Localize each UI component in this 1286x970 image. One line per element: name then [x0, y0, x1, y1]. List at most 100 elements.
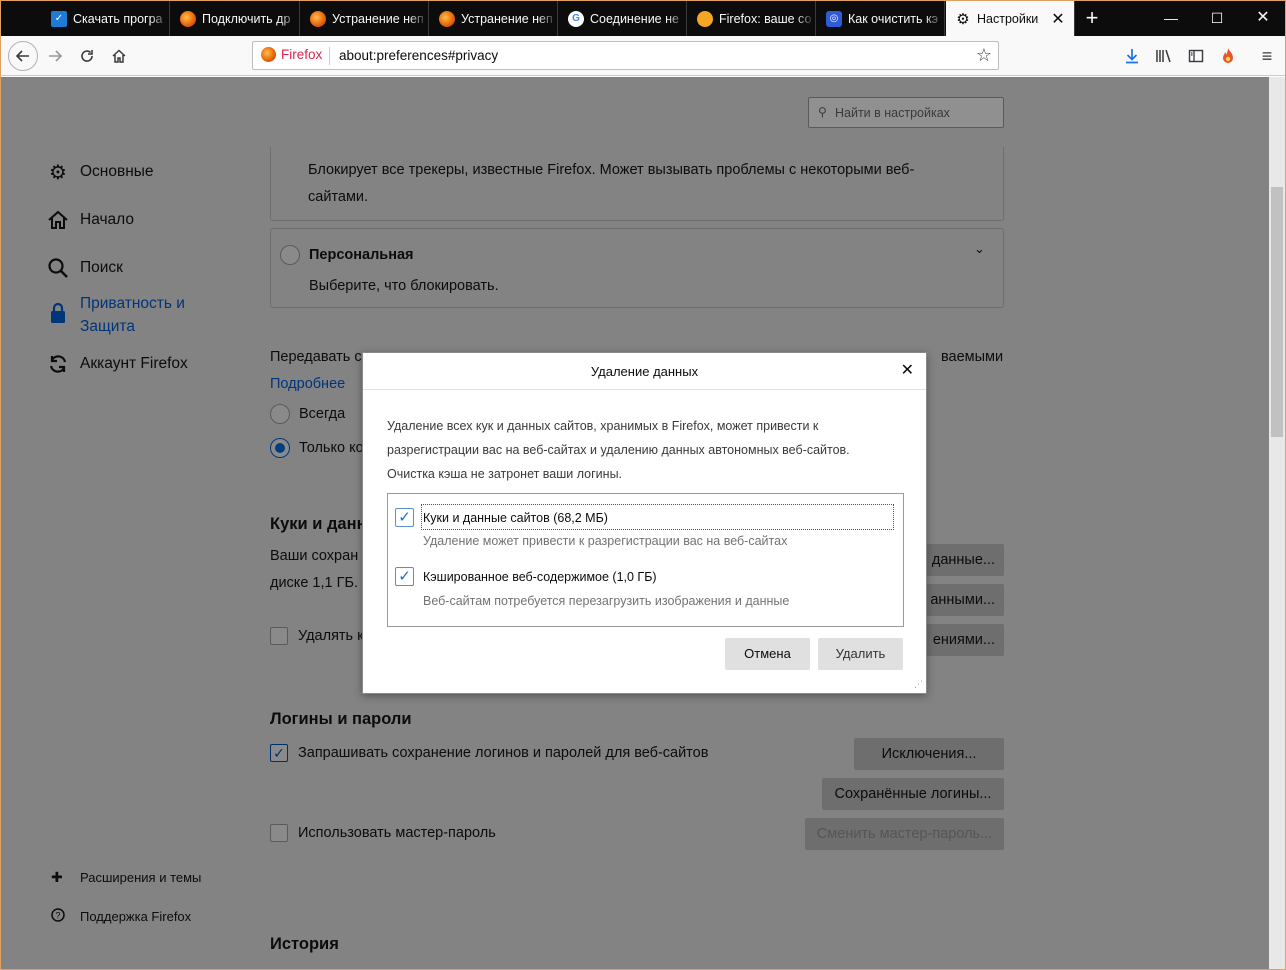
- identity-box[interactable]: Firefox: [261, 47, 322, 62]
- library-button[interactable]: [1150, 42, 1178, 70]
- sidebar-item-privacy[interactable]: Приватность и Защита: [46, 292, 185, 338]
- close-window-button[interactable]: ✕: [1240, 1, 1285, 36]
- dnt-always-label: Всегда: [299, 406, 346, 422]
- orange-dot-icon: [697, 10, 713, 27]
- dnt-label: Передавать с: [270, 349, 362, 365]
- sidebar-label-line1: Приватность и: [80, 295, 185, 312]
- strict-desc-line1: Блокирует все трекеры, известные Firefox…: [308, 162, 915, 178]
- dnt-only-radio[interactable]: [270, 438, 290, 458]
- dnt-only-label: Только ко: [299, 440, 364, 456]
- custom-desc: Выберите, что блокировать.: [309, 278, 499, 294]
- hamburger-icon: ≡: [1261, 45, 1273, 66]
- firefox-icon: [261, 47, 276, 62]
- dialog-message-line3: Очистка кэша не затронет ваши логины.: [387, 467, 623, 481]
- sidebar-icon: [1188, 49, 1204, 63]
- url-separator: [329, 47, 330, 65]
- cancel-button[interactable]: Отмена: [725, 638, 810, 670]
- brand-label: Firefox: [281, 47, 323, 62]
- sidebar-label-line2: Защита: [80, 318, 135, 335]
- sidebar-button[interactable]: [1182, 42, 1210, 70]
- lock-icon: [46, 301, 70, 325]
- svg-text:?: ?: [55, 911, 60, 921]
- firefox-icon: [439, 10, 455, 27]
- custom-radio[interactable]: [280, 245, 300, 265]
- tab-troubleshoot-1[interactable]: Устранение неп: [301, 1, 429, 36]
- cookies-desc-line2: диске 1,1 ГБ.: [270, 575, 358, 591]
- chevron-down-icon[interactable]: ⌄: [974, 241, 985, 257]
- download-icon: [1126, 49, 1138, 64]
- forward-button[interactable]: [41, 42, 69, 70]
- resize-grip-icon[interactable]: ⋰: [914, 679, 923, 690]
- back-arrow-icon: [15, 50, 29, 62]
- logins-heading: Логины и пароли: [270, 710, 412, 728]
- extension-button[interactable]: [1214, 42, 1242, 70]
- saved-logins-button[interactable]: Сохранённые логины...: [822, 778, 1004, 810]
- sidebar-extensions-link[interactable]: ✚ Расширения и темы: [51, 869, 201, 886]
- change-master-password-button[interactable]: Сменить мастер-пароль...: [805, 818, 1004, 850]
- clear-options-list: ✓ Куки и данные сайтов (68,2 МБ) Удалени…: [387, 493, 904, 627]
- home-button[interactable]: [105, 42, 133, 70]
- cache-option-desc: Веб-сайтам потребуется перезагрузить изо…: [423, 594, 790, 608]
- learn-more-link[interactable]: Подробнее: [270, 376, 345, 392]
- clear-data-dialog: Удаление данных ✕ Удаление всех кук и да…: [362, 352, 927, 694]
- site-icon: ◎: [826, 10, 842, 27]
- login-exceptions-button[interactable]: Исключения...: [854, 738, 1004, 770]
- menu-button[interactable]: ≡: [1253, 42, 1281, 70]
- ask-save-logins-checkbox[interactable]: ✓: [270, 744, 288, 762]
- cache-option-label[interactable]: Кэшированное веб-содержимое (1,0 ГБ): [423, 570, 657, 584]
- custom-title: Персональная: [309, 247, 414, 263]
- nav-toolbar: Firefox about:preferences#privacy ☆ ≡: [1, 36, 1285, 76]
- tab-firefox-your[interactable]: Firefox: ваше со: [688, 1, 816, 36]
- tab-connect[interactable]: Подключить др: [171, 1, 300, 36]
- manage-data-button[interactable]: анными...: [921, 584, 1004, 616]
- master-password-checkbox[interactable]: [270, 824, 288, 842]
- help-icon: ?: [51, 908, 67, 925]
- close-tab-icon[interactable]: ✕: [1048, 9, 1068, 29]
- sidebar-support-link[interactable]: ? Поддержка Firefox: [51, 908, 191, 925]
- home-icon: [46, 208, 70, 232]
- cache-checkbox[interactable]: ✓: [395, 567, 414, 586]
- strict-option-card[interactable]: Блокирует все трекеры, известные Firefox…: [270, 147, 1004, 221]
- dialog-message: Удаление всех кук и данных сайтов, храни…: [387, 414, 907, 486]
- maximize-button[interactable]: ☐: [1194, 1, 1240, 36]
- scrollbar-thumb[interactable]: [1271, 187, 1283, 437]
- url-text[interactable]: about:preferences#privacy: [339, 48, 498, 63]
- gear-icon: ⚙: [956, 10, 970, 28]
- sidebar-item-home[interactable]: Начало: [46, 208, 134, 232]
- cookies-desc-line1: Ваши сохран: [270, 548, 359, 564]
- sidebar-item-sync[interactable]: Аккаунт Firefox: [46, 352, 188, 376]
- delete-button[interactable]: Удалить: [818, 638, 903, 670]
- firefox-icon: [310, 10, 326, 27]
- tab-strip: ✓ Скачать програ Подключить др Устранени…: [1, 1, 1285, 36]
- bookmark-star-icon[interactable]: ☆: [976, 45, 992, 66]
- cookie-exceptions-button[interactable]: ениями...: [921, 624, 1004, 656]
- url-bar[interactable]: Firefox about:preferences#privacy ☆: [252, 41, 999, 70]
- tab-settings[interactable]: ⚙ Настройки ✕: [946, 1, 1075, 36]
- cookies-option-desc: Удаление может привести к разрегистрации…: [423, 534, 788, 548]
- sidebar-item-general[interactable]: ⚙ Основные: [46, 160, 154, 184]
- page-scrollbar[interactable]: [1269, 77, 1285, 969]
- delete-on-close-label: Удалять к: [298, 628, 364, 644]
- back-button[interactable]: [8, 41, 38, 71]
- reload-button[interactable]: [73, 42, 101, 70]
- downloads-button[interactable]: [1118, 42, 1146, 70]
- tab-connection[interactable]: G Соединение не: [559, 1, 687, 36]
- search-input[interactable]: ⚲ Найти в настройках: [808, 97, 1004, 128]
- cookies-option-label[interactable]: Куки и данные сайтов (68,2 МБ): [423, 511, 608, 525]
- home-icon: [112, 49, 126, 63]
- custom-option-card[interactable]: Персональная Выберите, что блокировать. …: [270, 228, 1004, 308]
- cookies-checkbox[interactable]: ✓: [395, 508, 414, 527]
- tab-download-programs[interactable]: ✓ Скачать програ: [42, 1, 170, 36]
- clear-data-button[interactable]: данные...: [921, 544, 1004, 576]
- delete-on-close-checkbox[interactable]: [270, 627, 288, 645]
- dialog-close-icon[interactable]: ✕: [901, 362, 914, 380]
- cookies-heading: Куки и данн: [270, 515, 367, 533]
- history-heading: История: [270, 935, 339, 953]
- tab-how-to-clear[interactable]: ◎ Как очистить кэ: [817, 1, 945, 36]
- minimize-button[interactable]: —: [1148, 1, 1194, 36]
- sidebar-item-search[interactable]: Поиск: [46, 256, 123, 280]
- new-tab-button[interactable]: +: [1079, 6, 1105, 32]
- tab-troubleshoot-2[interactable]: Устранение неп: [430, 1, 558, 36]
- strict-desc-line2: сайтами.: [308, 189, 369, 205]
- dnt-always-radio[interactable]: [270, 404, 290, 424]
